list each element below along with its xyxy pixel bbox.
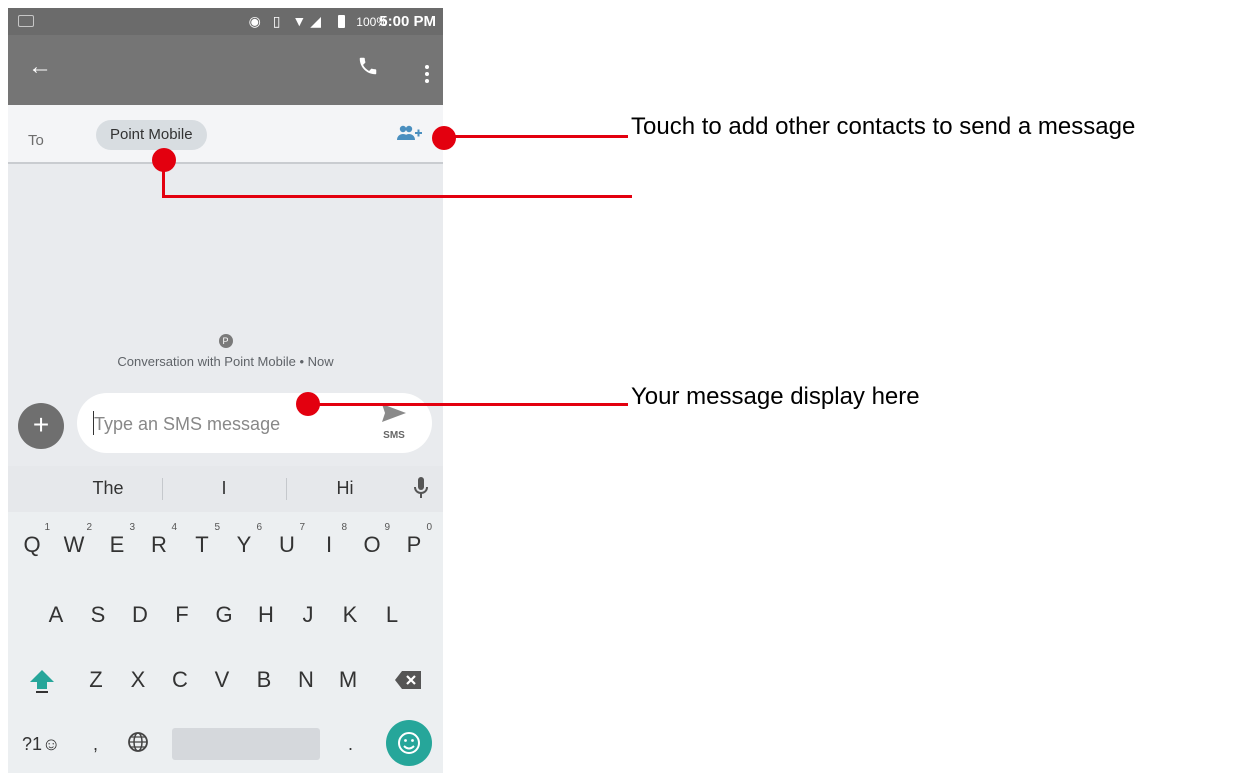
- battery-icon: [338, 15, 345, 28]
- key-z[interactable]: Z: [76, 667, 116, 693]
- key-t[interactable]: 5T: [182, 522, 222, 558]
- microphone-icon[interactable]: [413, 476, 429, 505]
- key-r[interactable]: 4R: [139, 522, 179, 558]
- callout-dot-message: [296, 392, 320, 416]
- message-placeholder: Type an SMS message: [94, 414, 281, 434]
- space-key[interactable]: [172, 728, 320, 760]
- suggestion-3[interactable]: Hi: [285, 478, 405, 499]
- status-icons: ◉ ▯ ▼◢: [248, 13, 325, 29]
- backspace-icon[interactable]: [394, 670, 422, 695]
- key-s[interactable]: S: [78, 602, 118, 628]
- arrow-left-icon[interactable]: ←: [28, 53, 52, 81]
- key-f[interactable]: F: [162, 602, 202, 628]
- suggestion-divider: [162, 478, 163, 500]
- key-v[interactable]: V: [202, 667, 242, 693]
- callout-line-chip-horizontal: [162, 195, 632, 198]
- key-j[interactable]: J: [288, 602, 328, 628]
- emoji-button[interactable]: [386, 720, 432, 766]
- key-g[interactable]: G: [204, 602, 244, 628]
- key-period[interactable]: .: [348, 734, 353, 755]
- attach-button[interactable]: +: [18, 403, 64, 449]
- phone-icon[interactable]: [357, 55, 379, 82]
- key-d[interactable]: D: [120, 602, 160, 628]
- key-comma[interactable]: ,: [93, 734, 98, 755]
- smiley-icon: [398, 732, 420, 754]
- callout-line-add-contacts: [446, 135, 628, 138]
- key-u[interactable]: 7U: [267, 522, 307, 558]
- key-e[interactable]: 3E: [97, 522, 137, 558]
- send-button[interactable]: SMS: [379, 403, 409, 441]
- key-x[interactable]: X: [118, 667, 158, 693]
- send-label: SMS: [383, 430, 405, 441]
- key-n[interactable]: N: [286, 667, 326, 693]
- callout-dot-chip: [152, 148, 176, 172]
- key-k[interactable]: K: [330, 602, 370, 628]
- clock: 5:00 PM: [379, 13, 436, 30]
- conversation-info: P Conversation with Point Mobile • Now: [8, 334, 443, 369]
- suggestion-1[interactable]: The: [48, 478, 168, 499]
- recipient-bar: To Point Mobile: [8, 105, 443, 164]
- key-q[interactable]: 1Q: [12, 522, 52, 558]
- key-i[interactable]: 8I: [309, 522, 349, 558]
- phone-screen: ◉ ▯ ▼◢ 100% 5:00 PM ← To Point Mobile P …: [8, 8, 443, 773]
- suggestion-2[interactable]: I: [164, 478, 284, 499]
- callout-dot-add-contacts: [432, 126, 456, 150]
- symbols-key[interactable]: ?1☺: [22, 734, 60, 755]
- key-c[interactable]: C: [160, 667, 200, 693]
- add-person-icon[interactable]: [395, 125, 423, 146]
- keyboard: 1Q 2W 3E 4R 5T 6Y 7U 8I 9O 0P A S D F G …: [8, 512, 443, 773]
- more-vertical-icon[interactable]: [425, 65, 429, 86]
- key-y[interactable]: 6Y: [224, 522, 264, 558]
- to-label: To: [28, 132, 44, 149]
- contact-avatar: P: [218, 334, 233, 348]
- callout-add-contacts: Touch to add other contacts to send a me…: [631, 113, 1136, 140]
- keyboard-indicator-icon: [18, 15, 34, 27]
- key-h[interactable]: H: [246, 602, 286, 628]
- shift-icon[interactable]: [28, 667, 56, 700]
- key-w[interactable]: 2W: [54, 522, 94, 558]
- key-b[interactable]: B: [244, 667, 284, 693]
- key-a[interactable]: A: [36, 602, 76, 628]
- status-bar: ◉ ▯ ▼◢ 100% 5:00 PM: [8, 8, 443, 35]
- key-m[interactable]: M: [328, 667, 368, 693]
- suggestion-bar: The I Hi: [8, 466, 443, 512]
- key-l[interactable]: L: [372, 602, 412, 628]
- callout-message-display: Your message display here: [631, 383, 920, 410]
- key-p[interactable]: 0P: [394, 522, 434, 558]
- app-bar: ←: [8, 35, 443, 105]
- key-o[interactable]: 9O: [352, 522, 392, 558]
- callout-line-message: [310, 403, 628, 406]
- message-input[interactable]: Type an SMS message SMS: [77, 393, 432, 453]
- recipient-chip[interactable]: Point Mobile: [96, 120, 207, 150]
- conversation-text: Conversation with Point Mobile • Now: [117, 354, 334, 369]
- send-icon: [382, 404, 406, 422]
- globe-icon[interactable]: [126, 730, 150, 759]
